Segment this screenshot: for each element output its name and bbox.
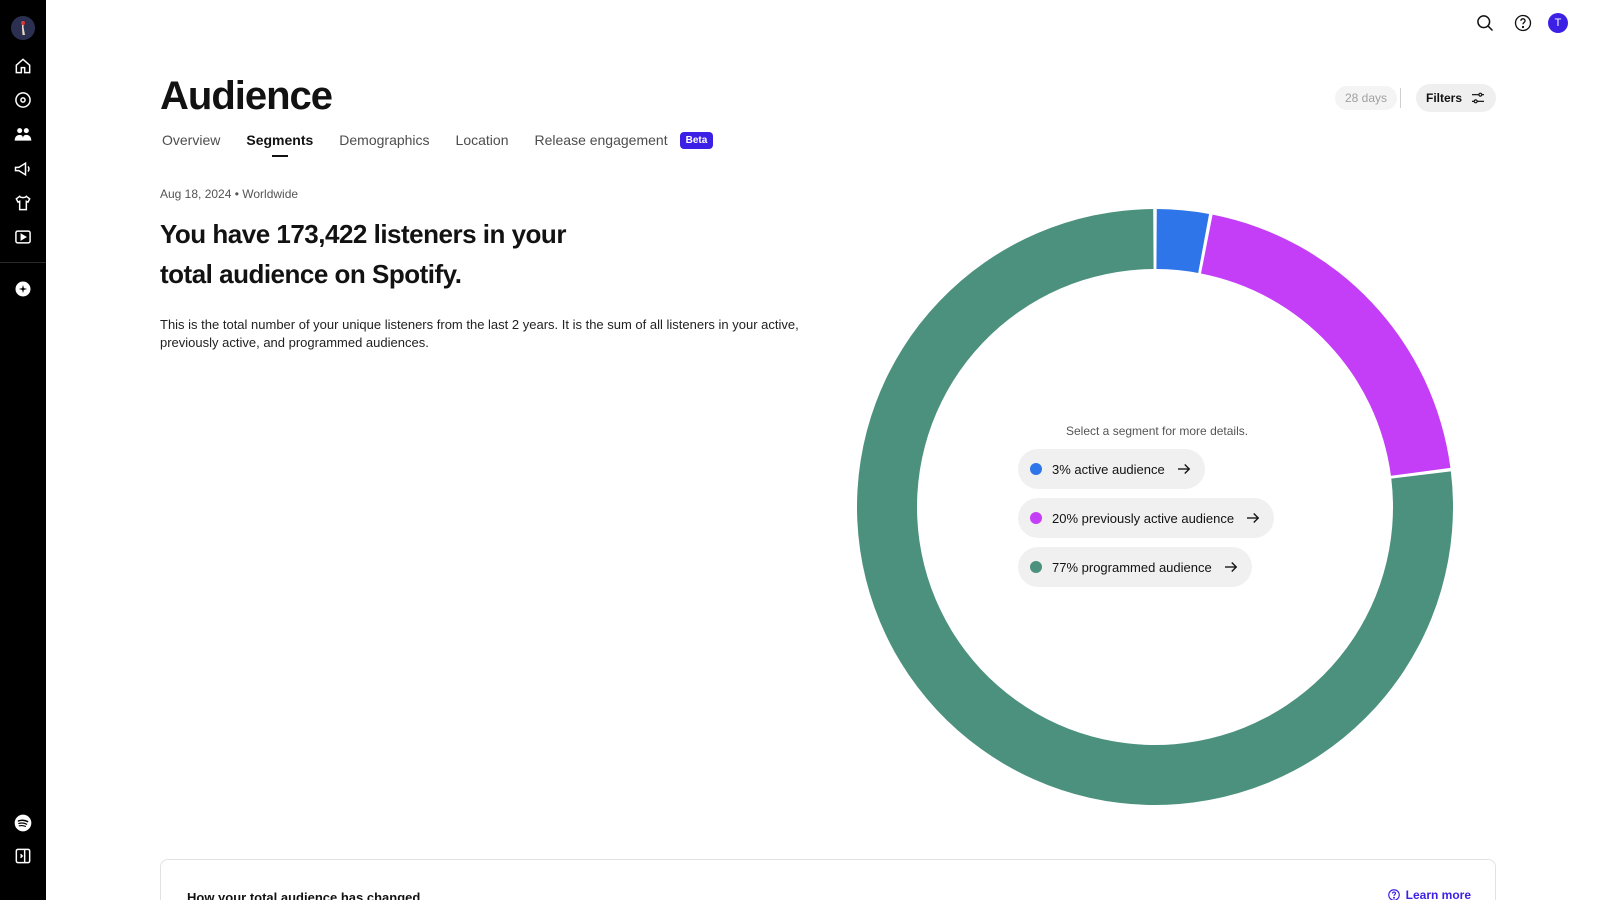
home-icon[interactable]: [12, 55, 34, 77]
tab-location[interactable]: Location: [456, 132, 509, 148]
collapse-sidebar-icon[interactable]: [12, 845, 34, 867]
segment-previously-active-button[interactable]: 20% previously active audience: [1018, 498, 1275, 538]
audience-icon[interactable]: [12, 123, 34, 145]
tab-release-engagement[interactable]: Release engagement: [534, 132, 667, 148]
campaigns-icon[interactable]: [12, 158, 34, 180]
header-divider: [1400, 88, 1401, 108]
page-title: Audience: [160, 74, 333, 118]
tab-demographics[interactable]: Demographics: [339, 132, 429, 148]
segment-active-label: 3% active audience: [1052, 461, 1165, 477]
segment-hint: Select a segment for more details.: [1066, 424, 1249, 438]
video-icon[interactable]: [12, 226, 34, 248]
sidebar: [0, 0, 46, 900]
segment-selector: Select a segment for more details. 3% ac…: [1018, 424, 1318, 596]
active-dot: [1030, 463, 1042, 475]
marketplace-icon[interactable]: [12, 278, 34, 300]
period-chip: 28 days: [1335, 86, 1398, 110]
sidebar-divider: [0, 262, 46, 263]
audience-description: This is the total number of your unique …: [160, 317, 799, 350]
arrow-right-icon: [1224, 562, 1237, 572]
audience-change-card: How your total audience has changed Lear…: [160, 859, 1496, 900]
tab-overview[interactable]: Overview: [162, 132, 220, 148]
help-icon[interactable]: [1512, 12, 1534, 34]
arrow-right-icon: [1247, 513, 1260, 523]
card-title: How your total audience has changed: [187, 890, 421, 900]
filters-label: Filters: [1426, 91, 1463, 105]
search-icon[interactable]: [1474, 12, 1496, 34]
listeners-headline: You have 173,422 listeners in your total…: [160, 219, 566, 289]
segment-previously-active-label: 20% previously active audience: [1052, 510, 1235, 526]
tab-bar: Overview Segments Demographics Location …: [162, 130, 714, 150]
previously-active-dot: [1030, 512, 1042, 524]
sliders-icon: [1472, 92, 1485, 104]
music-disc-icon[interactable]: [12, 89, 34, 111]
artist-avatar[interactable]: [11, 16, 35, 40]
learn-more-label: Learn more: [1405, 888, 1471, 900]
date-location-line: Aug 18, 2024 • Worldwide: [160, 187, 299, 201]
segment-programmed-button[interactable]: 77% programmed audience: [1018, 547, 1252, 587]
programmed-dot: [1030, 561, 1042, 573]
segment-active-button[interactable]: 3% active audience: [1018, 449, 1205, 489]
beta-badge: Beta: [679, 131, 714, 149]
help-icon: [1387, 889, 1400, 900]
segment-programmed-label: 77% programmed audience: [1052, 559, 1212, 575]
donut-slice-active-audience[interactable]: [1156, 209, 1210, 273]
spotify-logo-icon[interactable]: [12, 812, 34, 834]
user-avatar[interactable]: T: [1548, 13, 1568, 33]
merch-icon[interactable]: [12, 192, 34, 214]
filters-button[interactable]: Filters: [1416, 84, 1497, 112]
tab-segments[interactable]: Segments: [246, 132, 313, 148]
learn-more-link[interactable]: Learn more: [1387, 888, 1471, 900]
arrow-right-icon: [1177, 464, 1190, 474]
